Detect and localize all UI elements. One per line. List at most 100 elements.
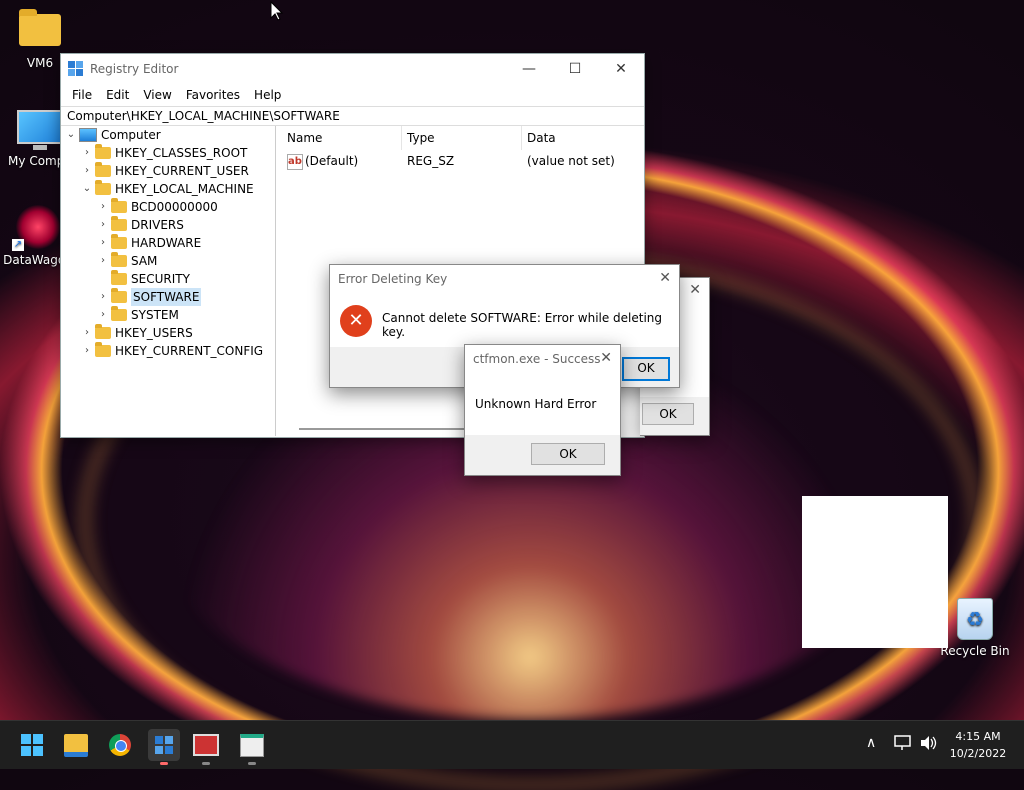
folder-icon xyxy=(111,288,127,303)
monitor-icon xyxy=(17,110,63,150)
start-button[interactable] xyxy=(16,729,48,761)
chevron-right-icon[interactable]: › xyxy=(97,234,109,252)
taskbar-toolbox-app[interactable] xyxy=(190,729,222,765)
chevron-right-icon[interactable]: › xyxy=(97,252,109,270)
string-value-icon: ab xyxy=(287,154,303,170)
address-bar[interactable]: Computer\HKEY_LOCAL_MACHINE\SOFTWARE xyxy=(61,106,644,126)
datawagon-icon: ↗ xyxy=(12,205,60,251)
tree-item-system[interactable]: › SYSTEM xyxy=(97,306,179,324)
minimize-button[interactable]: — xyxy=(506,54,552,84)
tree-item-hklm[interactable]: ⌄ HKEY_LOCAL_MACHINE xyxy=(81,180,254,198)
tree-item-hku[interactable]: › HKEY_USERS xyxy=(81,324,193,342)
regedit-icon xyxy=(68,61,83,76)
folder-open-icon xyxy=(95,180,111,195)
regedit-icon xyxy=(155,736,173,754)
value-data: (value not set) xyxy=(527,154,615,168)
title-bar[interactable]: Registry Editor — ☐ ✕ xyxy=(61,54,644,84)
menu-favorites[interactable]: Favorites xyxy=(179,88,247,102)
ctfmon-success-dialog[interactable]: ctfmon.exe - Success ✕ Unknown Hard Erro… xyxy=(464,344,621,476)
taskbar-file-explorer[interactable] xyxy=(60,729,92,761)
window-title: Registry Editor xyxy=(90,62,179,76)
shortcut-arrow-icon: ↗ xyxy=(12,239,24,251)
tree-item-hardware[interactable]: › HARDWARE xyxy=(97,234,201,252)
tree-item-label: Computer xyxy=(101,128,161,142)
folder-icon xyxy=(19,9,61,46)
key-tree[interactable]: ⌄ Computer › HKEY_CLASSES_ROOT › HKEY_CURRE… xyxy=(61,126,276,436)
chevron-right-icon[interactable]: › xyxy=(81,342,93,360)
folder-icon xyxy=(95,342,111,357)
tree-item-hkcr[interactable]: › HKEY_CLASSES_ROOT xyxy=(81,144,247,162)
chevron-right-icon[interactable]: › xyxy=(81,324,93,342)
column-header-data[interactable]: Data xyxy=(521,126,643,150)
menu-file[interactable]: File xyxy=(65,88,99,102)
value-name: (Default) xyxy=(305,154,359,168)
folder-icon xyxy=(111,306,127,321)
blank-window[interactable] xyxy=(802,496,948,648)
network-icon[interactable] xyxy=(894,735,912,751)
tree-item-label-selected: SOFTWARE xyxy=(131,288,202,306)
tree-item-drivers[interactable]: › DRIVERS xyxy=(97,216,184,234)
tree-item-label: BCD00000000 xyxy=(131,200,218,214)
chevron-right-icon[interactable]: › xyxy=(97,198,109,216)
menu-view[interactable]: View xyxy=(136,88,178,102)
chevron-right-icon[interactable]: › xyxy=(81,162,93,180)
error-icon: ✕ xyxy=(340,305,372,337)
mouse-cursor-icon xyxy=(270,1,284,21)
tree-item-label: HKEY_CLASSES_ROOT xyxy=(115,146,248,160)
chevron-right-icon[interactable]: › xyxy=(97,288,109,306)
tree-item-computer[interactable]: ⌄ Computer xyxy=(65,126,161,144)
maximize-button[interactable]: ☐ xyxy=(552,54,598,84)
folder-icon xyxy=(111,252,127,267)
tree-item-hkcu[interactable]: › HKEY_CURRENT_USER xyxy=(81,162,249,180)
folder-icon xyxy=(111,234,127,249)
close-icon[interactable]: ✕ xyxy=(600,350,612,366)
folder-icon xyxy=(111,270,127,285)
toolbox-icon xyxy=(193,734,219,756)
folder-icon xyxy=(95,144,111,159)
taskbar-window-app[interactable] xyxy=(236,729,268,765)
menu-help[interactable]: Help xyxy=(247,88,288,102)
tree-item-label: HKEY_CURRENT_CONFIG xyxy=(115,344,264,358)
tree-item-security[interactable]: SECURITY xyxy=(97,270,190,288)
chevron-right-icon[interactable]: › xyxy=(97,216,109,234)
menu-edit[interactable]: Edit xyxy=(99,88,136,102)
volume-icon[interactable] xyxy=(920,735,938,751)
chevron-right-icon[interactable]: › xyxy=(81,144,93,162)
dialog-message: Unknown Hard Error xyxy=(475,397,597,411)
ok-button[interactable]: OK xyxy=(531,443,605,465)
ok-button[interactable]: OK xyxy=(622,357,670,381)
chevron-right-icon[interactable]: › xyxy=(97,306,109,324)
folder-icon xyxy=(111,216,127,231)
error-message: Cannot delete SOFTWARE: Error while dele… xyxy=(382,311,663,339)
close-icon[interactable]: ✕ xyxy=(689,282,701,298)
tree-item-software[interactable]: › SOFTWARE xyxy=(97,288,202,306)
dialog-title: ctfmon.exe - Success xyxy=(473,352,601,366)
taskbar-chrome[interactable] xyxy=(104,729,136,761)
chevron-down-icon[interactable]: ⌄ xyxy=(81,180,93,198)
tree-item-hkcc[interactable]: › HKEY_CURRENT_CONFIG xyxy=(81,342,263,360)
column-header-name[interactable]: Name xyxy=(281,126,402,150)
tree-item-bcd[interactable]: › BCD00000000 xyxy=(97,198,218,216)
windows-logo-icon xyxy=(21,734,43,756)
tree-item-label: SYSTEM xyxy=(131,308,179,322)
close-button[interactable]: ✕ xyxy=(598,54,644,84)
clock-date[interactable]: 10/2/2022 xyxy=(946,747,1010,760)
chevron-up-icon[interactable]: ∧ xyxy=(866,735,876,751)
tree-item-label: SAM xyxy=(131,254,158,268)
close-icon[interactable]: ✕ xyxy=(659,270,671,286)
dialog-title: Error Deleting Key xyxy=(338,272,448,286)
clock-time[interactable]: 4:15 AM xyxy=(946,730,1010,743)
ok-button[interactable]: OK xyxy=(642,403,694,425)
recycle-bin-icon: ♻ xyxy=(957,598,993,640)
column-header-type[interactable]: Type xyxy=(401,126,522,150)
computer-icon xyxy=(79,128,97,142)
value-type: REG_SZ xyxy=(407,154,455,168)
tree-item-label: HARDWARE xyxy=(131,236,202,250)
tree-item-sam[interactable]: › SAM xyxy=(97,252,157,270)
chrome-icon xyxy=(109,734,131,756)
folder-icon xyxy=(95,162,111,177)
tree-item-label: HKEY_USERS xyxy=(115,326,193,340)
window-app-icon xyxy=(240,733,264,757)
chevron-down-icon[interactable]: ⌄ xyxy=(65,126,77,144)
taskbar-registry-editor[interactable] xyxy=(148,729,180,765)
